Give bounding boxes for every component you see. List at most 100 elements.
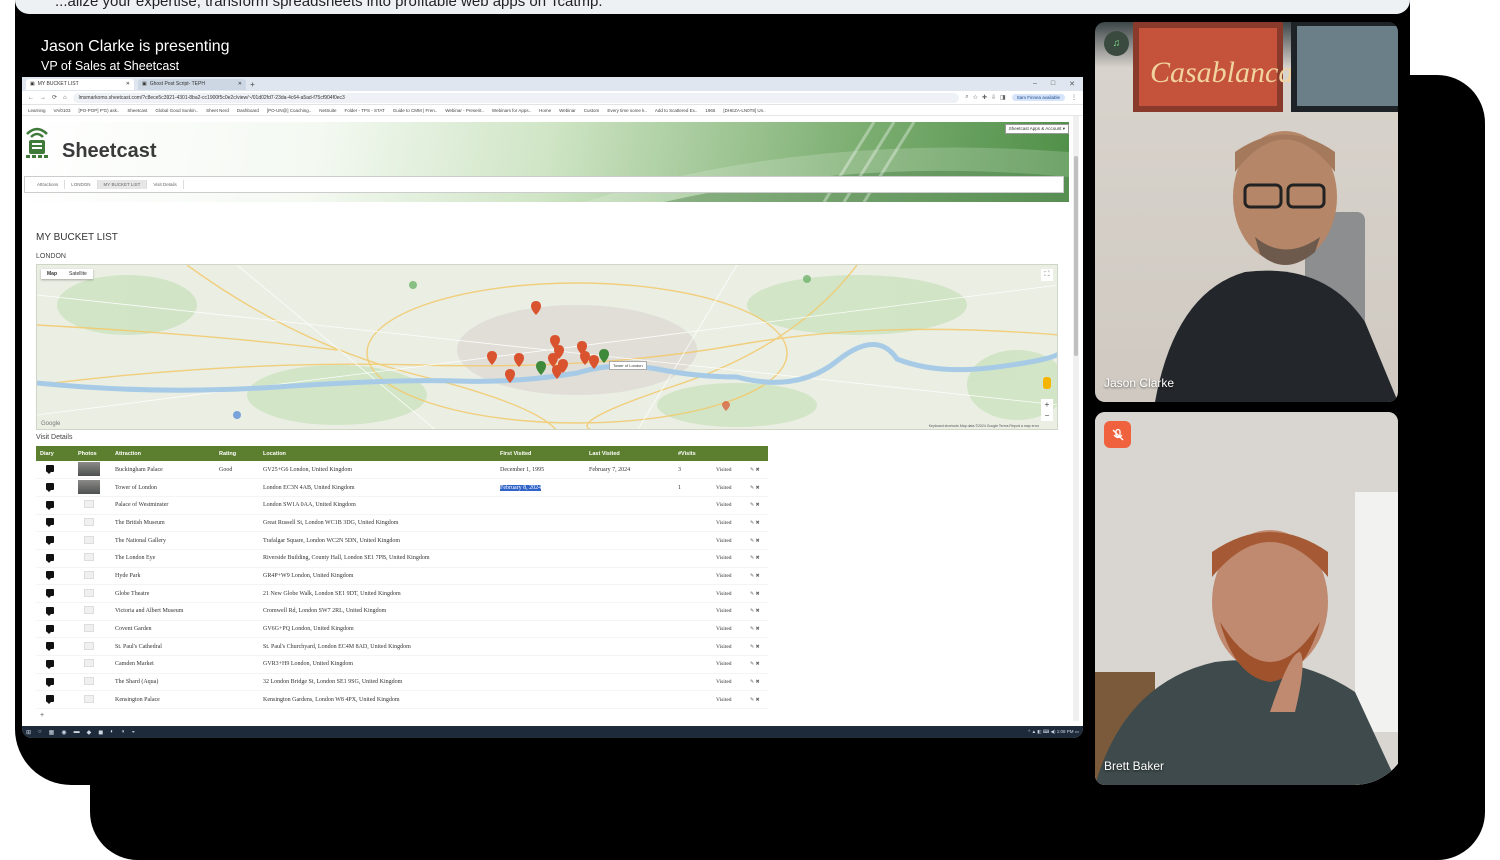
table-row[interactable]: Kensington Palace Kensington Gardens, Lon… bbox=[36, 690, 768, 710]
photo-thumbnail[interactable] bbox=[84, 517, 94, 526]
bookmark-item[interactable]: Sheetcast bbox=[127, 108, 147, 113]
visited-button[interactable]: Visited bbox=[710, 625, 738, 633]
new-tab-button[interactable]: + bbox=[250, 80, 255, 89]
bookmark-item[interactable]: Webinar - Preserit.. bbox=[445, 108, 484, 113]
bookmark-item[interactable]: Global Good Sunkin.. bbox=[155, 108, 198, 113]
participant-tile-brett[interactable]: Brett Baker bbox=[1095, 412, 1398, 785]
bookmark-item[interactable]: VA/0103 bbox=[54, 108, 71, 113]
edit-delete-icons[interactable]: ✎ ✖ bbox=[750, 645, 760, 650]
bookmark-item[interactable]: Webinar bbox=[559, 108, 576, 113]
edit-delete-icons[interactable]: ✎ ✖ bbox=[750, 609, 760, 614]
col-rating[interactable]: Rating bbox=[215, 446, 259, 461]
puzzle-icon[interactable]: ✚ bbox=[982, 94, 987, 101]
table-row[interactable]: The British Museum Great Russell St, Lond… bbox=[36, 514, 768, 533]
photo-thumbnail[interactable] bbox=[84, 677, 94, 686]
visited-button[interactable]: Visited bbox=[710, 501, 738, 509]
bookmark-item[interactable]: Add to Scattered Ex.. bbox=[655, 108, 698, 113]
bookmark-item[interactable]: Webinars for Apps.. bbox=[492, 108, 531, 113]
table-row[interactable]: Covent Garden GV6G+PQ London, United King… bbox=[36, 620, 768, 639]
menu-icon[interactable]: ⋮ bbox=[1071, 94, 1077, 101]
visited-button[interactable]: Visited bbox=[710, 572, 738, 580]
table-row[interactable]: The London Eye Riverside Building, County… bbox=[36, 549, 768, 568]
diary-icon[interactable] bbox=[46, 571, 54, 581]
table-row[interactable]: Victoria and Albert Museum Cromwell Rd, L… bbox=[36, 602, 768, 621]
task-view-icon[interactable]: ▦ bbox=[49, 729, 55, 736]
photo-thumbnail[interactable] bbox=[84, 606, 94, 615]
home-button[interactable]: ⌂ bbox=[63, 95, 67, 101]
photo-thumbnail[interactable] bbox=[84, 659, 94, 668]
table-row[interactable]: Camden Market GVR3+H9 London, United King… bbox=[36, 655, 768, 674]
chrome-icon[interactable]: ◉ bbox=[61, 729, 66, 736]
photo-thumbnail[interactable] bbox=[84, 570, 94, 579]
diary-icon[interactable] bbox=[46, 677, 54, 687]
search-icon[interactable]: ○ bbox=[38, 729, 42, 735]
browser-tab-ghost-post[interactable]: ▣ Ghost Post Script- TEPH ✕ bbox=[138, 78, 246, 90]
table-row[interactable]: Buckingham Palace Good GV25+G6 London, Uni… bbox=[36, 461, 768, 480]
diary-icon[interactable] bbox=[46, 500, 54, 510]
close-window-button[interactable]: ✕ bbox=[1069, 80, 1075, 88]
map-type-map[interactable]: Map bbox=[41, 269, 63, 279]
close-icon[interactable]: ✕ bbox=[126, 81, 130, 87]
page-scrollbar[interactable] bbox=[1073, 116, 1079, 721]
table-row[interactable]: Tower of London London EC3N 4AB, United K… bbox=[36, 478, 768, 497]
col-last-visited[interactable]: Last Visited bbox=[585, 446, 674, 461]
table-row[interactable]: The Shard (Aqua) 32 London Bridge St, Lon… bbox=[36, 673, 768, 692]
col-first-visited[interactable]: First Visited bbox=[496, 446, 585, 461]
visited-button[interactable]: Visited bbox=[710, 607, 738, 615]
bookmark-item[interactable]: Learning bbox=[28, 108, 46, 113]
street-view-icon[interactable] bbox=[1043, 377, 1051, 389]
scrollbar-thumb[interactable] bbox=[1074, 156, 1078, 356]
col-attraction[interactable]: Attraction bbox=[111, 446, 215, 461]
sidebar-icon[interactable]: ◨ bbox=[1000, 94, 1006, 101]
table-row[interactable]: St. Paul's Cathedral St. Paul's Churchyar… bbox=[36, 637, 768, 657]
zoom-in-button[interactable]: + bbox=[1041, 399, 1053, 410]
nav-item-london[interactable]: LONDON bbox=[65, 180, 98, 189]
london-map[interactable]: Map Satellite ⛶ + − Tower of London Goog… bbox=[36, 264, 1058, 430]
table-row[interactable]: The National Gallery Trafalgar Square, Lo… bbox=[36, 531, 768, 550]
bookmark-item[interactable]: [PO-POP] P'G) ask.. bbox=[78, 108, 119, 113]
app-icon-3[interactable]: ◐ bbox=[110, 729, 114, 735]
edit-delete-icons[interactable]: ✎ ✖ bbox=[750, 680, 760, 685]
apps-account-button[interactable]: Sheetcast Apps & Account ▾ bbox=[1004, 124, 1069, 134]
start-icon[interactable]: ⊞ bbox=[26, 729, 31, 736]
bookmark-item[interactable]: Sheet Nerd bbox=[206, 108, 229, 113]
col-photos[interactable]: Photos bbox=[74, 446, 111, 461]
url-bar[interactable]: lmsmarkomo.sheetcast.com/?c8ece5c3921-43… bbox=[72, 92, 960, 103]
diary-icon[interactable] bbox=[46, 536, 54, 546]
photo-thumbnail[interactable] bbox=[78, 479, 100, 494]
add-row-button[interactable]: + bbox=[40, 712, 44, 719]
edit-delete-icons[interactable]: ✎ ✖ bbox=[750, 521, 760, 526]
diary-icon[interactable] bbox=[46, 624, 54, 634]
photo-thumbnail[interactable] bbox=[84, 641, 94, 650]
table-row[interactable]: Globe Theatre 21 New Globe Walk, London S… bbox=[36, 584, 768, 603]
visited-button[interactable]: Visited bbox=[710, 643, 738, 651]
edit-delete-icons[interactable]: ✎ ✖ bbox=[750, 556, 760, 561]
diary-icon[interactable] bbox=[46, 465, 54, 475]
reload-button[interactable]: ⟳ bbox=[52, 94, 57, 101]
close-icon[interactable]: ✕ bbox=[238, 81, 242, 87]
edit-delete-icons[interactable]: ✎ ✖ bbox=[750, 662, 760, 667]
bookmark-item[interactable]: Custom bbox=[584, 108, 600, 113]
bookmark-item[interactable]: NetSuite bbox=[319, 108, 336, 113]
edit-delete-icons[interactable]: ✎ ✖ bbox=[750, 592, 760, 597]
bookmark-item[interactable]: Home bbox=[539, 108, 551, 113]
visited-button[interactable]: Visited bbox=[710, 519, 738, 527]
bookmark-item[interactable]: Dashboard bbox=[237, 108, 259, 113]
visited-button[interactable]: Visited bbox=[710, 466, 738, 474]
star-icon[interactable]: ☆ bbox=[973, 94, 978, 101]
bookmark-item[interactable]: Every time some k.. bbox=[607, 108, 647, 113]
minimize-button[interactable]: – bbox=[1033, 80, 1037, 88]
visited-button[interactable]: Visited bbox=[710, 696, 738, 704]
nav-item-attractions[interactable]: Attractions bbox=[31, 180, 66, 189]
explorer-icon[interactable]: ▬ bbox=[74, 729, 80, 735]
diary-icon[interactable] bbox=[46, 483, 54, 493]
photo-thumbnail[interactable] bbox=[84, 694, 94, 703]
edit-delete-icons[interactable]: ✎ ✖ bbox=[750, 698, 760, 703]
visited-button[interactable]: Visited bbox=[710, 484, 738, 492]
edit-delete-icons[interactable]: ✎ ✖ bbox=[750, 486, 760, 491]
photo-thumbnail[interactable] bbox=[84, 535, 94, 544]
visited-button[interactable]: Visited bbox=[710, 537, 738, 545]
edit-delete-icons[interactable]: ✎ ✖ bbox=[750, 627, 760, 632]
participant-tile-jason[interactable]: Casablanca ♫ Jason Clarke bbox=[1095, 22, 1398, 402]
app-icon-1[interactable]: ◆ bbox=[87, 729, 92, 736]
